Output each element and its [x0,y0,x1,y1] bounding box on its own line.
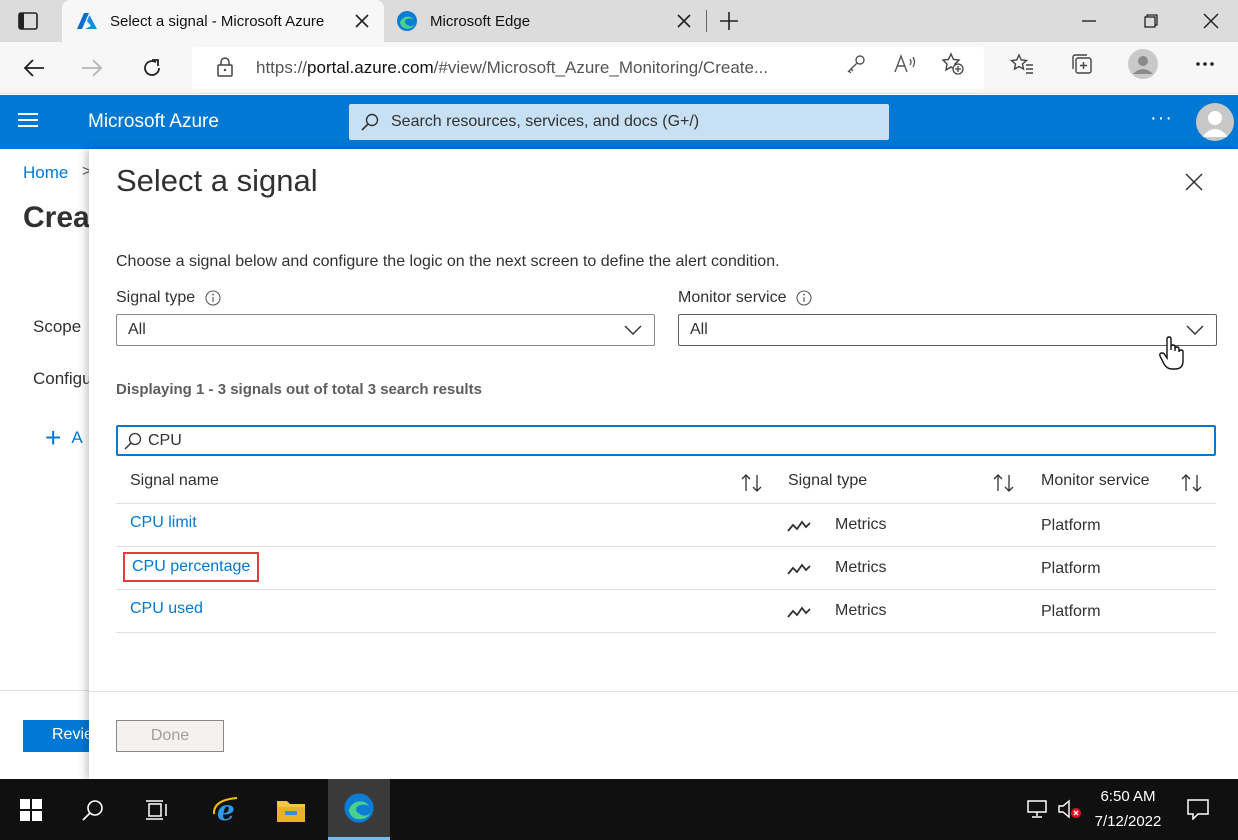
monitor-service-label: Monitor service [678,289,813,307]
search-taskbar-icon[interactable] [62,779,124,840]
blade-description: Choose a signal below and configure the … [116,253,780,270]
close-tab-icon[interactable] [348,7,376,35]
azure-header: Microsoft Azure ··· [0,95,1238,149]
avatar[interactable] [1196,103,1234,141]
taskbar-clock[interactable]: 6:50 AM 7/12/2022 [1090,784,1166,834]
profile-icon[interactable] [1128,49,1158,79]
restore-button[interactable] [1120,0,1182,42]
url-text: https://portal.azure.com/#view/Microsoft… [256,58,769,77]
condition-label: Configu [33,369,92,388]
metrics-icon [787,561,811,577]
monitor-service-cell: Platform [1041,517,1101,534]
close-tab-icon[interactable] [670,7,698,35]
start-button[interactable] [0,779,62,840]
portal-search[interactable] [349,104,889,140]
table-header: Signal name Signal type Monitor service [116,460,1216,504]
results-count: Displaying 1 - 3 signals out of total 3 … [116,381,482,398]
close-icon[interactable] [1179,167,1209,197]
table-row: CPU used Metrics Platform [116,590,1216,633]
portal-search-input[interactable] [391,113,871,131]
table-row: CPU limit Metrics Platform [116,504,1216,547]
clock-time: 6:50 AM [1100,788,1156,805]
task-view-icon[interactable] [126,779,188,840]
refresh-button[interactable] [134,50,170,86]
network-icon[interactable] [1024,796,1052,822]
favorites-icon[interactable] [1010,52,1034,76]
new-tab-button[interactable] [714,6,744,36]
breadcrumb-home[interactable]: Home [23,163,68,183]
azure-icon [76,10,98,32]
signal-type-label: Signal type [116,289,221,307]
info-icon[interactable] [205,290,221,306]
tab-separator [706,10,707,32]
metrics-icon [787,604,811,620]
signal-type-cell: Metrics [835,602,887,619]
signal-type-cell: Metrics [835,559,887,576]
signal-link[interactable]: CPU limit [130,514,197,532]
search-icon [124,432,142,450]
signal-type-dropdown[interactable]: All [116,314,655,346]
minimize-button[interactable] [1058,0,1120,42]
more-options-icon[interactable] [1193,52,1217,76]
edge-icon [396,10,418,32]
internet-explorer-icon[interactable]: e [196,779,258,840]
scope-label: Scope [33,317,82,336]
read-aloud-icon[interactable] [893,52,917,76]
monitor-service-cell: Platform [1041,560,1101,577]
menu-icon[interactable] [18,112,38,132]
signal-link[interactable]: CPU used [130,600,203,618]
add-condition-link[interactable]: + A [45,422,83,453]
plus-icon: + [45,422,62,453]
chevron-down-icon [624,324,642,336]
back-button[interactable] [16,50,52,86]
tab-actions-icon[interactable] [14,8,42,34]
forward-button[interactable] [74,50,110,86]
search-icon [361,113,379,131]
key-icon[interactable] [844,52,868,76]
column-monitor-service[interactable]: Monitor service [1041,472,1149,490]
done-button[interactable]: Done [116,720,224,752]
collections-icon[interactable] [1070,52,1094,76]
lock-icon[interactable] [216,57,238,79]
tab-title: Microsoft Edge [430,12,531,30]
signals-table: Signal name Signal type Monitor service … [116,460,1216,633]
signal-type-cell: Metrics [835,516,887,533]
info-icon[interactable] [796,290,813,306]
browser-tab-azure[interactable]: Select a signal - Microsoft Azure [62,0,384,42]
monitor-service-cell: Platform [1041,603,1101,620]
metrics-icon [787,518,811,534]
chevron-down-icon [1186,324,1204,336]
volume-muted-icon[interactable] [1056,796,1084,822]
file-explorer-icon[interactable] [260,779,322,840]
blade-footer-divider [89,691,1238,692]
page-title: Crea [23,201,90,234]
select-signal-blade: Select a signal Choose a signal below an… [89,149,1238,779]
browser-tab-strip: Select a signal - Microsoft Azure Micros… [0,0,1238,42]
windows-taskbar: e 6:50 AM 7/12/2022 [0,779,1238,840]
browser-toolbar: https://portal.azure.com/#view/Microsoft… [0,42,1238,94]
footer-divider [0,690,100,691]
blade-title: Select a signal [116,163,318,198]
hand-cursor-icon [1158,336,1188,372]
column-signal-type[interactable]: Signal type [788,472,867,490]
signal-search-input[interactable] [148,431,1148,450]
close-window-button[interactable] [1180,0,1238,42]
table-row: CPU percentage Metrics Platform [116,547,1216,590]
edge-taskbar-icon[interactable] [328,779,390,840]
sort-icon[interactable] [992,473,1016,493]
clock-date: 7/12/2022 [1094,813,1162,830]
notifications-icon[interactable] [1184,796,1212,822]
monitor-service-dropdown[interactable]: All [678,314,1217,346]
signal-search[interactable] [116,425,1216,456]
signal-link[interactable]: CPU percentage [123,552,260,582]
sort-icon[interactable] [740,473,764,493]
sort-icon[interactable] [1180,473,1204,493]
portal-brand[interactable]: Microsoft Azure [88,111,219,133]
portal-more-button[interactable]: ··· [1150,107,1173,130]
column-signal-name[interactable]: Signal name [130,472,219,490]
tab-title: Select a signal - Microsoft Azure [110,12,325,30]
add-favorite-icon[interactable] [941,52,965,76]
browser-tab-edge[interactable]: Microsoft Edge [384,0,706,42]
